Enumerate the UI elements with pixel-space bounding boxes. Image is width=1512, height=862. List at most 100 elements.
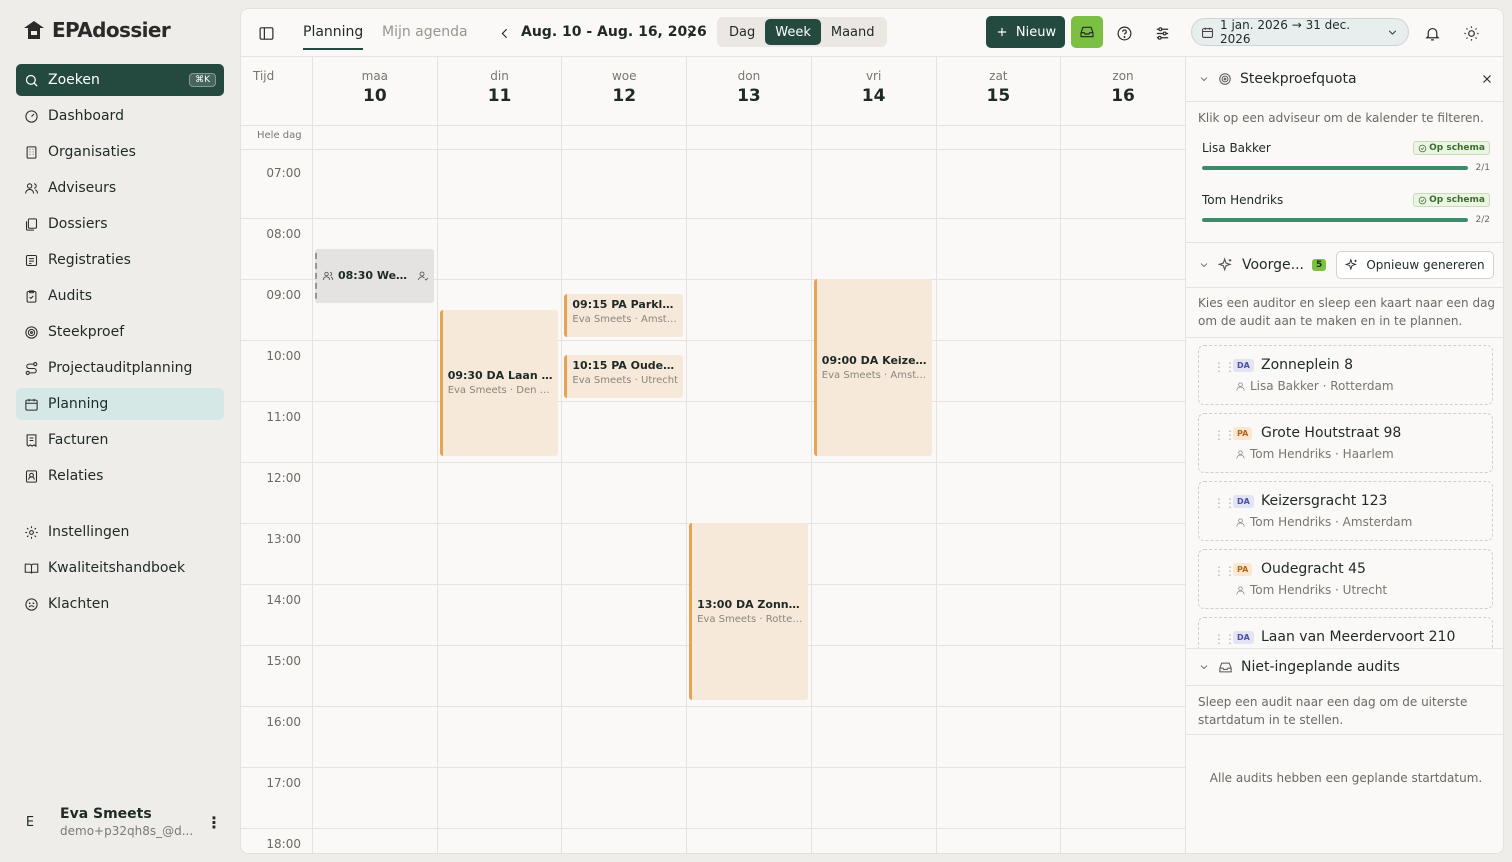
day-header[interactable]: vri 14: [810, 57, 936, 125]
sidebar-item-organisaties[interactable]: Organisaties: [16, 136, 224, 168]
hour-line: [241, 828, 1185, 829]
app-logo[interactable]: EPAdossier: [22, 18, 171, 42]
drag-handle-icon[interactable]: ⋮⋮: [1213, 360, 1236, 374]
unplanned-header[interactable]: Niet-ingeplande audits: [1186, 657, 1503, 677]
more-icon[interactable]: ⋮: [204, 813, 224, 832]
sidebar-item-instellingen[interactable]: Instellingen: [16, 516, 224, 548]
user-name: Eva Smeets: [60, 806, 152, 822]
date-range-value: 1 jan. 2026 → 31 dec. 2026: [1220, 18, 1351, 46]
audit-event[interactable]: 10:15 PA Oudegra... Eva Smeets · Utrecht: [564, 355, 684, 398]
event-subtitle: Eva Smeets · Amste...: [821, 369, 928, 381]
bell-icon[interactable]: [1421, 22, 1443, 44]
day-name: don: [737, 69, 761, 83]
audit-event[interactable]: 09:15 PA Parklaan... Eva Smeets · Amste..…: [564, 294, 684, 337]
sidebar-item-klachten[interactable]: Klachten: [16, 588, 224, 620]
suggestion-card[interactable]: ⋮⋮ DA Keizersgracht 123 Tom Hendriks · Amst…: [1198, 481, 1493, 541]
chevron-left-icon[interactable]: [495, 23, 513, 43]
day-header[interactable]: don 13: [686, 57, 811, 125]
drag-handle-icon[interactable]: ⋮⋮: [1213, 632, 1236, 646]
hour-label: 18:00: [266, 837, 301, 851]
inbox-icon: [1219, 662, 1232, 672]
sidebar-item-projectauditplanning[interactable]: Projectauditplanning: [16, 352, 224, 384]
calendar-icon: [25, 398, 38, 411]
day-header[interactable]: zat 15: [935, 57, 1061, 125]
sparkles-icon: [1345, 258, 1358, 271]
sidebar-item-planning[interactable]: Planning: [16, 388, 224, 420]
suggestions-count-badge: 5: [1311, 259, 1327, 271]
user-menu[interactable]: E Eva Smeets demo+p32qh8s_@d... ⋮: [16, 800, 224, 844]
audit-event[interactable]: 09:00 DA Keizers... Eva Smeets · Amste...: [813, 279, 933, 456]
quota-progress-fill: [1202, 166, 1468, 170]
hour-label: 07:00: [266, 166, 301, 180]
suggestion-card[interactable]: ⋮⋮ DA Zonneplein 8 Lisa Bakker · Rotterdam: [1198, 345, 1493, 405]
hour-label: 14:00: [266, 593, 301, 607]
new-button[interactable]: Nieuw: [986, 16, 1065, 48]
sidebar-item-steekproef[interactable]: Steekproef: [16, 316, 224, 348]
search-button[interactable]: Zoeken ⌘K: [16, 64, 224, 96]
chevron-down-icon: [1200, 77, 1208, 82]
view-week-button[interactable]: Week: [765, 19, 821, 45]
view-switch: Dag Week Maand: [717, 17, 887, 47]
suggestion-card[interactable]: ⋮⋮ DA Laan van Meerdervoort 210: [1198, 617, 1493, 648]
day-header[interactable]: zon 16: [1060, 57, 1185, 125]
date-range-picker[interactable]: 1 jan. 2026 → 31 dec. 2026: [1191, 18, 1409, 46]
target-icon: [25, 325, 38, 339]
day-header[interactable]: din 11: [436, 57, 562, 125]
chevron-down-icon: [1200, 665, 1208, 670]
regenerate-button[interactable]: Opnieuw genereren: [1336, 251, 1494, 279]
drag-handle-icon[interactable]: ⋮⋮: [1213, 496, 1236, 510]
day-number: 10: [363, 86, 387, 106]
audit-event[interactable]: 09:30 DA Laan va... Eva Smeets · Den H...: [439, 309, 559, 456]
day-column-line: [561, 57, 563, 853]
sidebar-toggle-icon[interactable]: [255, 23, 277, 43]
drag-handle-icon[interactable]: ⋮⋮: [1213, 564, 1236, 578]
suggestion-card[interactable]: ⋮⋮ PA Grote Houtstraat 98 Tom Hendriks · Ha…: [1198, 413, 1493, 473]
filter-sliders-icon[interactable]: [1151, 22, 1173, 44]
suggestion-list: ⋮⋮ DA Zonneplein 8 Lisa Bakker · Rotterdam ⋮…: [1186, 345, 1503, 648]
audit-event[interactable]: 13:00 DA Zonnepl... Eva Smeets · Rotter..…: [689, 523, 808, 700]
hour-label: 09:00: [266, 288, 301, 302]
tab-mijn-agenda[interactable]: Mijn agenda: [382, 24, 468, 40]
meeting-event[interactable]: 08:30 Week...: [315, 248, 434, 304]
sidebar-item-dossiers[interactable]: Dossiers: [16, 208, 224, 240]
day-name: zon: [1112, 69, 1134, 83]
quota-row[interactable]: Lisa Bakker Op schema 2/1: [1202, 141, 1490, 173]
chevron-right-icon[interactable]: [681, 23, 699, 43]
close-icon[interactable]: [1480, 72, 1494, 86]
day-header[interactable]: maa 10: [312, 57, 437, 125]
quota-row[interactable]: Tom Hendriks Op schema 2/2: [1202, 193, 1490, 225]
event-title: 09:00 DA Keizers...: [821, 353, 928, 367]
view-dag-button[interactable]: Dag: [719, 19, 765, 45]
sidebar-item-facturen[interactable]: Facturen: [16, 424, 224, 456]
unplanned-description: Sleep een audit naar een dag om de uiter…: [1198, 695, 1468, 727]
sidebar-item-audits[interactable]: Audits: [16, 280, 224, 312]
suggestion-card[interactable]: ⋮⋮ PA Oudegracht 45 Tom Hendriks · Utrecht: [1198, 549, 1493, 609]
divider: [1186, 734, 1503, 735]
sidebar-item-registraties[interactable]: Registraties: [16, 244, 224, 276]
advisor-name: Lisa Bakker: [1202, 141, 1271, 155]
frown-icon: [25, 597, 38, 611]
inbox-button[interactable]: [1071, 16, 1103, 48]
theme-sun-icon[interactable]: [1460, 22, 1482, 44]
quota-header[interactable]: Steekproefquota: [1186, 69, 1503, 89]
divider: [1186, 101, 1503, 102]
building-icon: [26, 145, 37, 159]
hour-line: [241, 706, 1185, 707]
sidebar-item-kwaliteitshandboek[interactable]: Kwaliteitshandboek: [16, 552, 224, 584]
help-icon[interactable]: [1113, 22, 1135, 44]
sidebar-item-label: Audits: [48, 288, 93, 304]
sidebar-item-adviseurs[interactable]: Adviseurs: [16, 172, 224, 204]
hour-label: 11:00: [266, 410, 301, 424]
sidebar-item-dashboard[interactable]: Dashboard: [16, 100, 224, 132]
week-calendar: Tijd Hele dag maa 10 din 11 woe 12 don 13 vri 14 z…: [241, 57, 1185, 853]
sidebar-item-label: Instellingen: [48, 524, 130, 540]
tab-planning[interactable]: Planning: [303, 24, 364, 50]
day-header[interactable]: woe 12: [561, 57, 686, 125]
drag-handle-icon[interactable]: ⋮⋮: [1213, 428, 1236, 442]
hour-label: 12:00: [266, 471, 301, 485]
quota-progress-track: [1202, 166, 1468, 170]
sidebar-item-relaties[interactable]: Relaties: [16, 460, 224, 492]
view-maand-button[interactable]: Maand: [821, 19, 885, 45]
divider: [1186, 287, 1503, 288]
main-content: Planning Mijn agenda Aug. 10 - Aug. 16, …: [240, 8, 1504, 854]
